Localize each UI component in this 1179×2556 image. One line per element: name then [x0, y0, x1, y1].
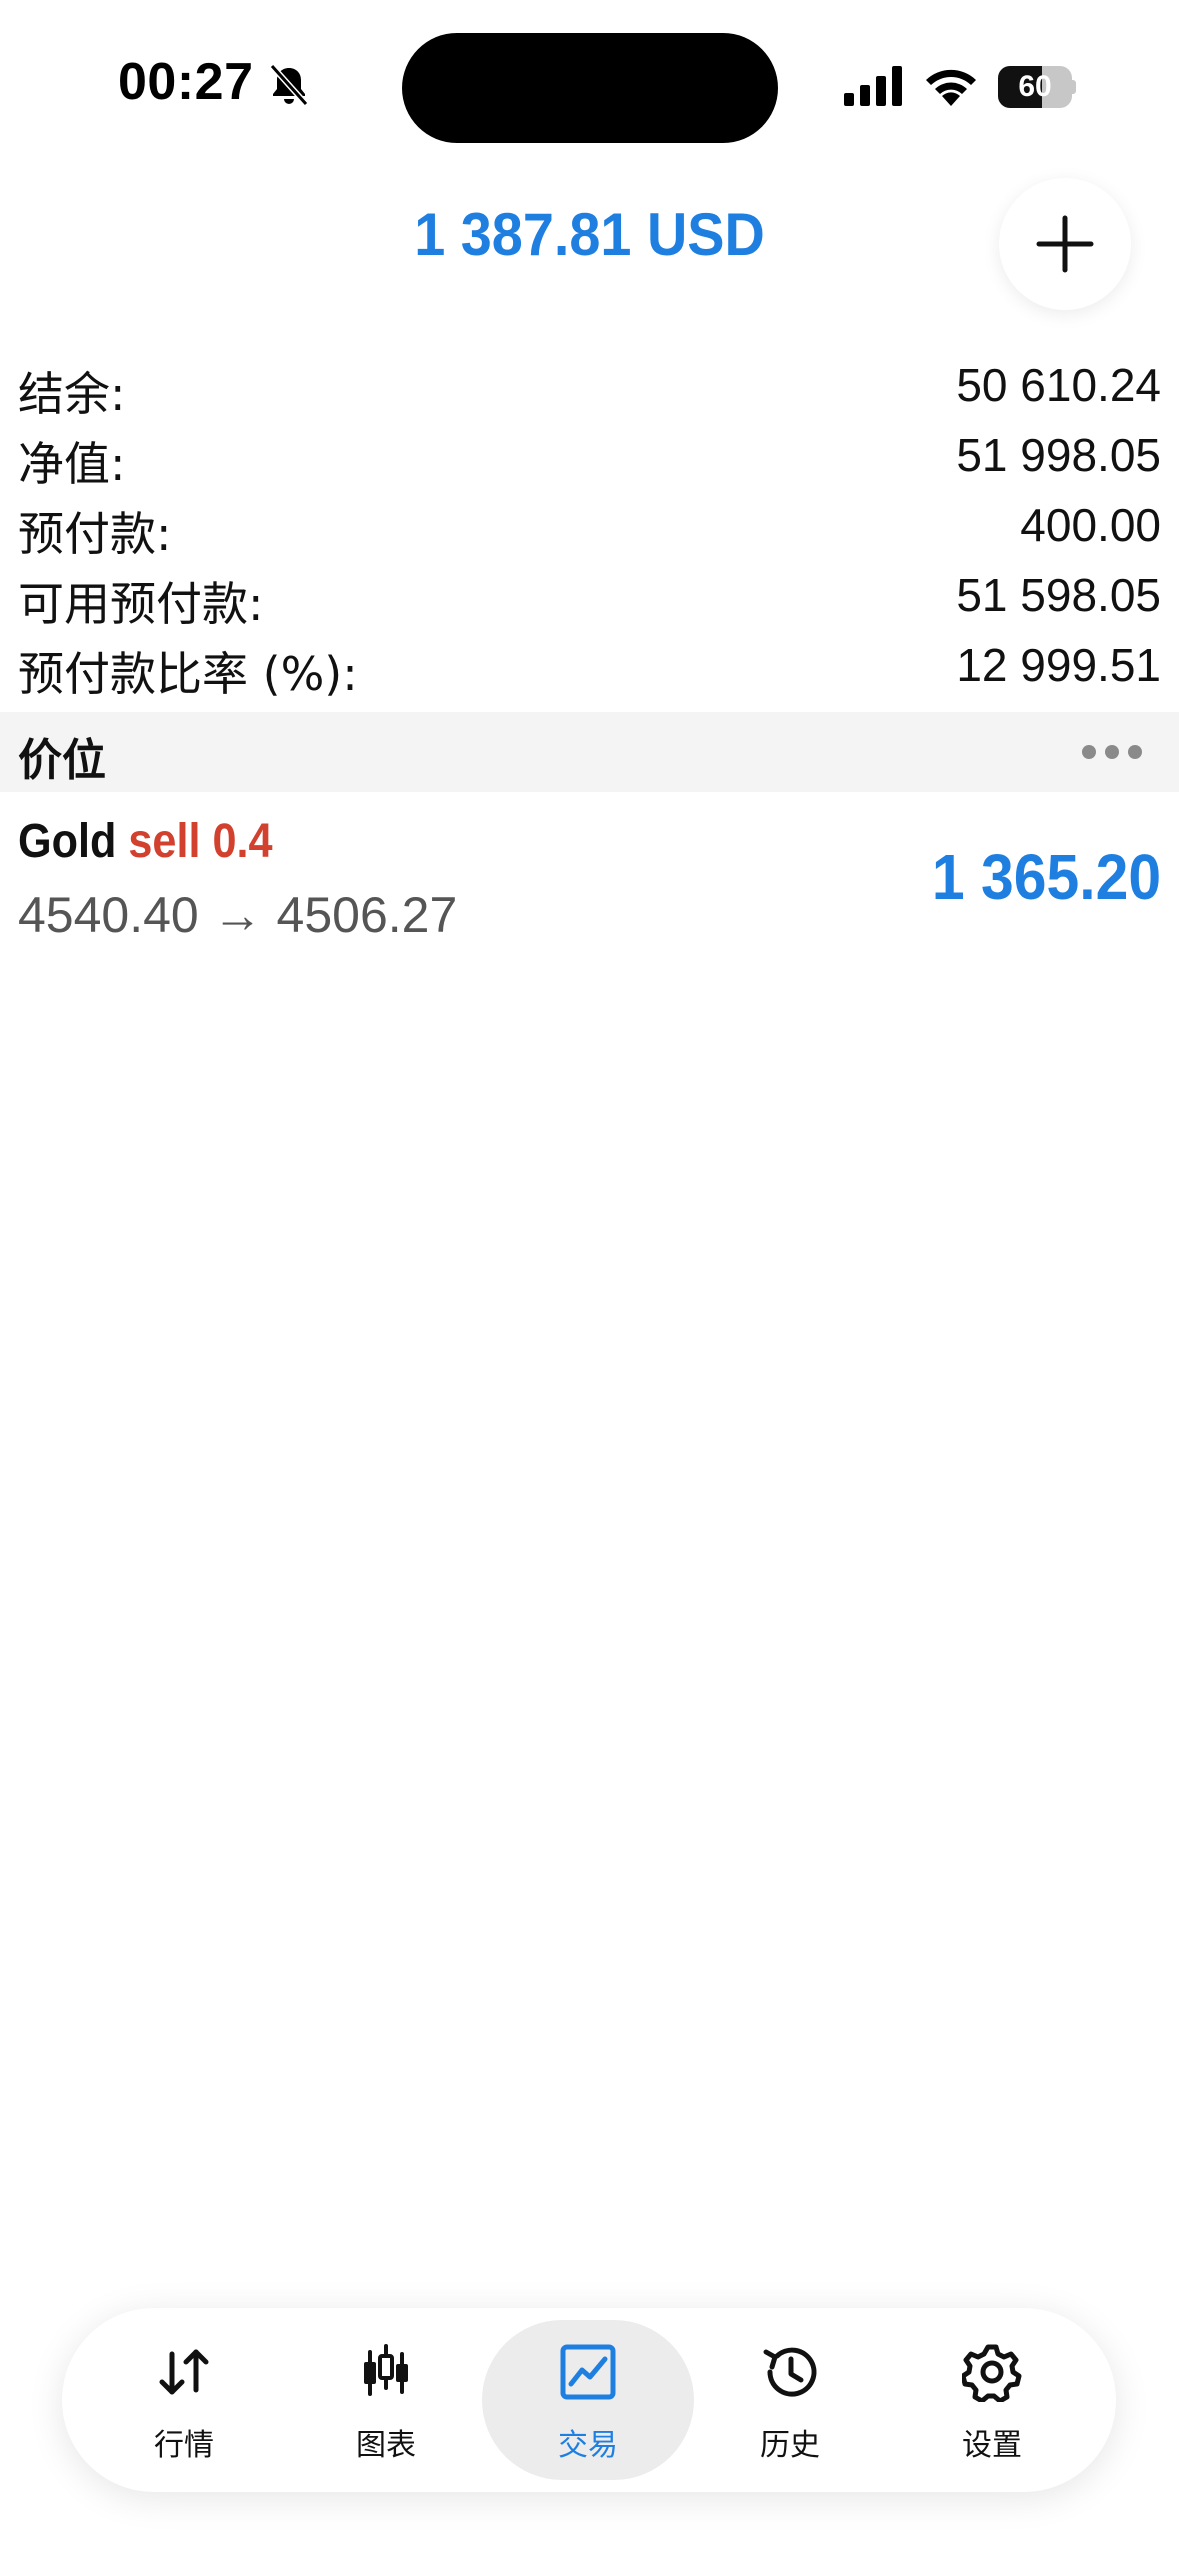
tab-trade[interactable]: 交易 [482, 2320, 694, 2480]
tab-label: 图表 [356, 2428, 416, 2463]
summary-label: 预付款: [18, 507, 172, 561]
position-title: Gold sell 0.4 [18, 814, 273, 869]
battery-level: 60 [1018, 70, 1052, 103]
position-symbol: Gold [18, 815, 117, 868]
summary-value: 12 999.51 [956, 639, 1161, 691]
status-bar: 00:27 60 [0, 0, 1179, 175]
account-total-profit: 1 387.81 USD [414, 201, 765, 268]
summary-row-equity: 净值: 51 998.05 [0, 420, 1179, 491]
candlestick-chart-icon [364, 2344, 408, 2396]
bell-muted-icon [269, 63, 309, 107]
summary-row-free-margin: 可用预付款: 51 598.05 [0, 560, 1179, 631]
summary-label: 结余: [18, 367, 126, 421]
wifi-icon [926, 69, 976, 106]
tab-label: 历史 [760, 2428, 820, 2463]
positions-section-header: 价位 [0, 712, 1179, 792]
summary-row-balance: 结余: 50 610.24 [0, 350, 1179, 421]
battery-body: 60 [998, 66, 1072, 108]
battery-indicator: 60 [998, 66, 1076, 108]
summary-label: 净值: [18, 437, 126, 491]
tab-history[interactable]: 历史 [684, 2320, 896, 2480]
trade-chart-icon [560, 2344, 616, 2400]
dynamic-island [402, 33, 778, 143]
position-row[interactable]: Gold sell 0.4 4540.40 → 4506.27 1 365.20 [0, 800, 1179, 960]
history-clock-icon [763, 2347, 817, 2397]
status-time: 00:27 [118, 53, 254, 111]
tab-settings[interactable]: 设置 [886, 2320, 1098, 2480]
cellular-signal-icon [844, 66, 902, 106]
summary-row-margin-level: 预付款比率 (%): 12 999.51 [0, 630, 1179, 701]
position-profit: 1 365.20 [931, 841, 1161, 913]
more-dots-icon[interactable] [1081, 742, 1143, 762]
summary-label: 预付款比率 (%): [18, 647, 358, 701]
plus-icon [1036, 215, 1094, 273]
add-order-button[interactable] [999, 178, 1131, 310]
section-title: 价位 [18, 735, 106, 786]
summary-value: 400.00 [1020, 499, 1161, 551]
position-prices: 4540.40 → 4506.27 [18, 887, 458, 943]
tab-label: 行情 [154, 2428, 214, 2463]
tab-label: 设置 [962, 2428, 1022, 2463]
bottom-tab-bar: 行情 图表 交易 历史 设置 [62, 2308, 1116, 2492]
summary-value: 51 598.05 [956, 569, 1161, 621]
tab-quotes[interactable]: 行情 [78, 2320, 290, 2480]
summary-value: 50 610.24 [956, 359, 1161, 411]
settings-gear-icon [962, 2344, 1022, 2402]
tab-chart[interactable]: 图表 [280, 2320, 492, 2480]
summary-label: 可用预付款: [18, 577, 264, 631]
account-summary: 结余: 50 610.24 净值: 51 998.05 预付款: 400.00 … [0, 350, 1179, 701]
tab-label: 交易 [558, 2428, 618, 2463]
summary-value: 51 998.05 [956, 429, 1161, 481]
battery-nub [1072, 80, 1076, 94]
position-side: sell 0.4 [128, 815, 273, 868]
summary-row-margin: 预付款: 400.00 [0, 490, 1179, 561]
quotes-arrows-icon [159, 2349, 209, 2395]
